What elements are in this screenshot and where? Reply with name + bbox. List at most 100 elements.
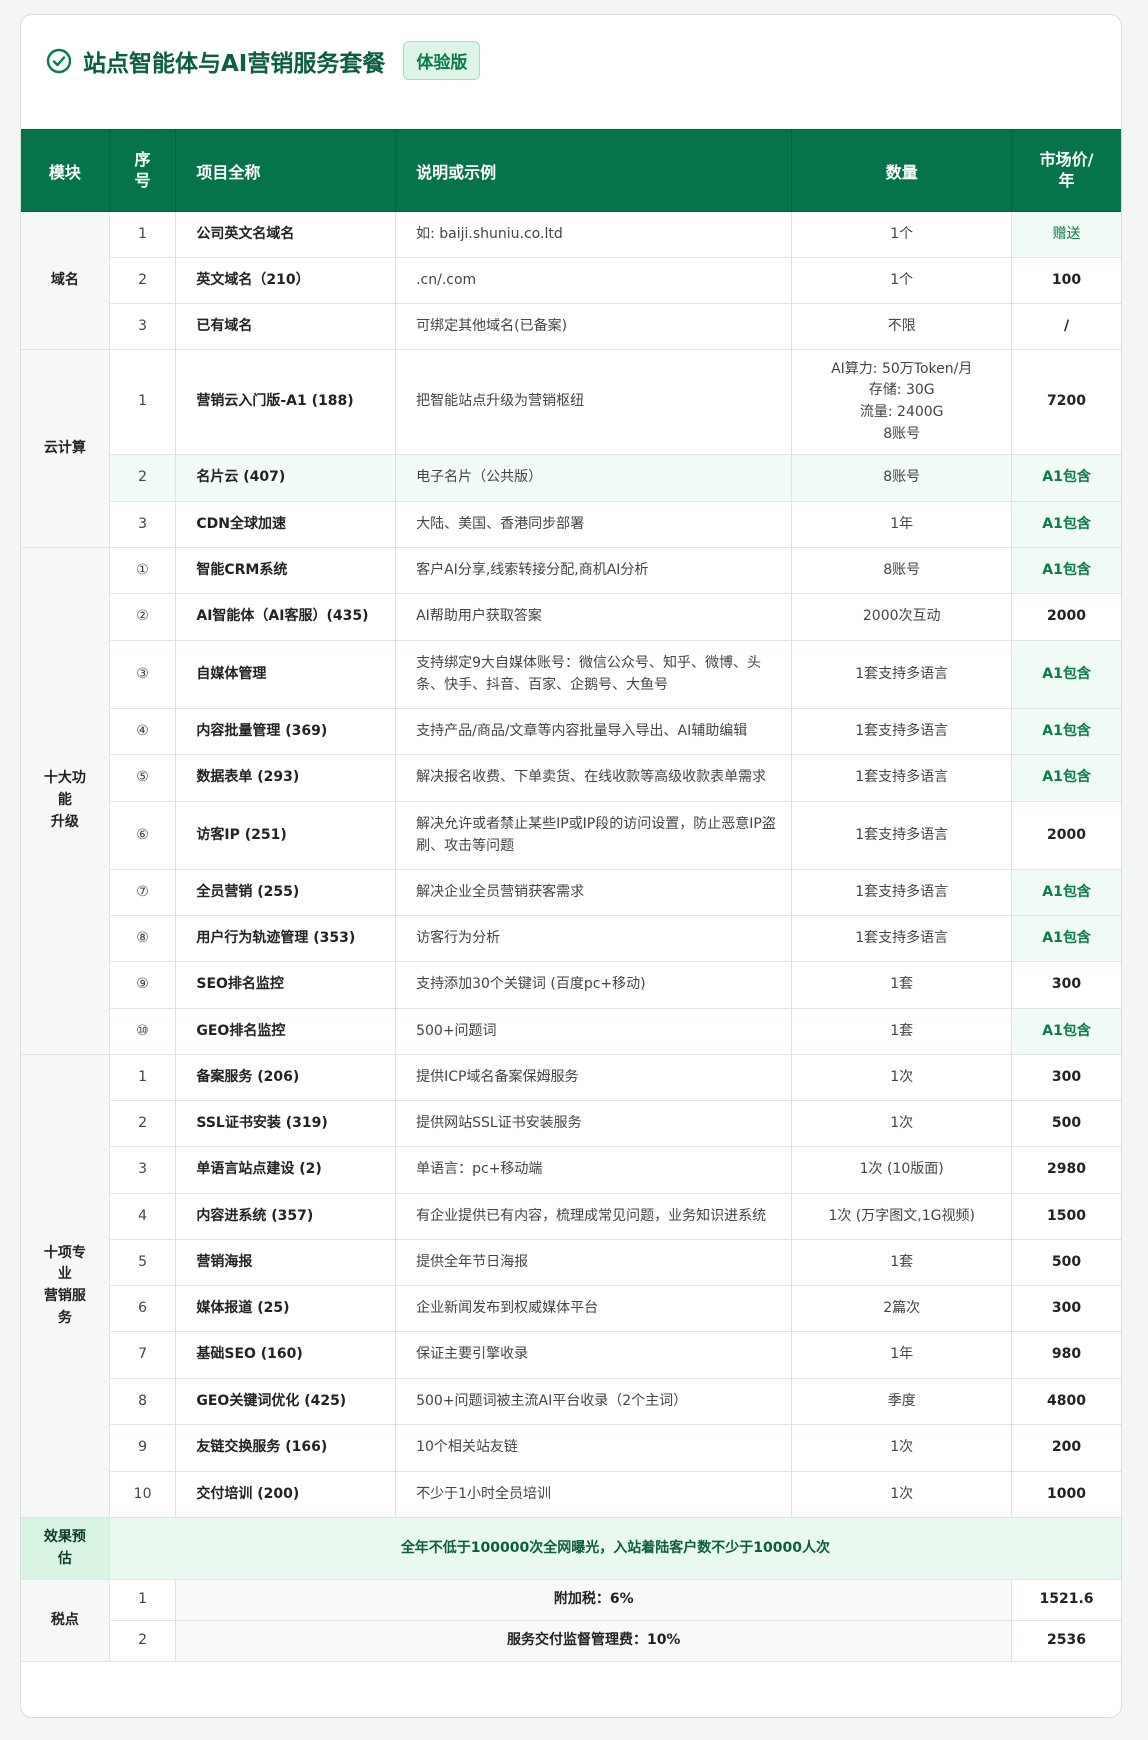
table-row: 4 内容进系统 (357) 有企业提供已有内容，梳理成常见问题，业务知识进系统 1次 … bbox=[21, 1193, 1121, 1240]
row-no: ⑦ bbox=[108, 869, 177, 916]
item-qty: 2000次互动 bbox=[791, 593, 1013, 641]
item-qty: 1个 bbox=[791, 257, 1013, 304]
item-desc: 500+问题词被主流AI平台收录（2个主词） bbox=[395, 1378, 793, 1425]
item-desc: AI帮助用户获取答案 bbox=[395, 593, 793, 641]
tax-row: 税点 1 附加税：6% 1521.6 bbox=[21, 1579, 1121, 1662]
table-row: 5 营销海报 提供全年节日海报 1套 500 bbox=[21, 1239, 1121, 1286]
table-row: ⑦ 全员营销 (255) 解决企业全员营销获客需求 1套支持多语言 A1包含 bbox=[21, 869, 1121, 916]
item-desc: 500+问题词 bbox=[395, 1008, 793, 1055]
row-no: 2 bbox=[108, 1100, 177, 1147]
item-name: SEO排名监控 bbox=[175, 961, 397, 1009]
item-price: A1包含 bbox=[1011, 501, 1121, 548]
row-no: 4 bbox=[108, 1193, 177, 1240]
item-qty: 1套支持多语言 bbox=[791, 708, 1013, 755]
table-row: 3 CDN全球加速 大陆、美国、香港同步部署 1年 A1包含 bbox=[21, 501, 1121, 548]
table-row: ③ 自媒体管理 支持绑定9大自媒体账号：微信公众号、知乎、微博、头条、快手、抖音、百… bbox=[21, 640, 1121, 709]
module-label: 云计算 bbox=[43, 439, 86, 456]
item-desc: 10个相关站友链 bbox=[395, 1424, 793, 1472]
tax-price: 2536 bbox=[1011, 1620, 1121, 1662]
item-qty: 8账号 bbox=[791, 454, 1013, 502]
item-name: CDN全球加速 bbox=[175, 501, 397, 548]
item-name: 单语言站点建设 (2) bbox=[175, 1146, 397, 1194]
table-row: 6 媒体报道 (25) 企业新闻发布到权威媒体平台 2篇次 300 bbox=[21, 1285, 1121, 1332]
tax-text: 服务交付监督管理费：10% bbox=[175, 1620, 1013, 1662]
title-row: 站点智能体与AI营销服务套餐 体验版 bbox=[45, 41, 481, 80]
row-no: 3 bbox=[108, 303, 177, 350]
item-price: / bbox=[1011, 303, 1121, 350]
item-name: 公司英文名域名 bbox=[175, 211, 397, 258]
item-desc: 不少于1小时全员培训 bbox=[395, 1471, 793, 1518]
item-price: 300 bbox=[1011, 1054, 1121, 1101]
row-no: ⑧ bbox=[108, 915, 177, 962]
item-price: 980 bbox=[1011, 1331, 1121, 1379]
table-row: ⑧ 用户行为轨迹管理 (353) 访客行为分析 1套支持多语言 A1包含 bbox=[21, 915, 1121, 962]
item-desc: 把智能站点升级为营销枢纽 bbox=[395, 349, 793, 455]
item-price: 300 bbox=[1011, 961, 1121, 1009]
item-price: A1包含 bbox=[1011, 708, 1121, 755]
table-row: 10 交付培训 (200) 不少于1小时全员培训 1次 1000 bbox=[21, 1471, 1121, 1518]
item-name: 内容批量管理 (369) bbox=[175, 708, 397, 755]
item-price: A1包含 bbox=[1011, 1008, 1121, 1055]
item-qty: 1套支持多语言 bbox=[791, 915, 1013, 962]
col-qty: 数量 bbox=[791, 129, 1013, 212]
row-no: ⑥ bbox=[108, 801, 177, 870]
item-qty: 1次 bbox=[791, 1100, 1013, 1147]
tax-label: 税点 bbox=[50, 1611, 79, 1628]
item-price: 4800 bbox=[1011, 1378, 1121, 1425]
row-no: ⑩ bbox=[108, 1008, 177, 1055]
effect-label-text: 效果预 估 bbox=[43, 1528, 86, 1567]
col-no: 序号 bbox=[108, 129, 177, 212]
item-price: 500 bbox=[1011, 1100, 1121, 1147]
table-row: 2 名片云 (407) 电子名片（公共版） 8账号 A1包含 bbox=[21, 454, 1121, 502]
item-price: A1包含 bbox=[1011, 754, 1121, 802]
item-name: 基础SEO (160) bbox=[175, 1331, 397, 1379]
row-no: ⑤ bbox=[108, 754, 177, 802]
item-name: 全员营销 (255) bbox=[175, 869, 397, 916]
row-no: ⑨ bbox=[108, 961, 177, 1009]
module-cell: 云计算 bbox=[21, 349, 110, 548]
row-no: ④ bbox=[108, 708, 177, 755]
item-desc: 解决报名收费、下单卖货、在线收款等高级收款表单需求 bbox=[395, 754, 793, 802]
table-row: 2 SSL证书安装 (319) 提供网站SSL证书安装服务 1次 500 bbox=[21, 1100, 1121, 1147]
item-qty: 1个 bbox=[791, 211, 1013, 258]
item-price: A1包含 bbox=[1011, 915, 1121, 962]
row-no: ① bbox=[108, 547, 177, 594]
table-row: 域名 1 公司英文名域名 如: baiji.shuniu.co.ltd 1个 赠送 bbox=[21, 211, 1121, 350]
table-row: 十项专 业 营销服 务 1 备案服务 (206) 提供ICP域名备案保姆服务 1次 300 bbox=[21, 1054, 1121, 1518]
check-circle-icon bbox=[46, 48, 72, 73]
item-price: 赠送 bbox=[1011, 211, 1121, 258]
item-price: A1包含 bbox=[1011, 640, 1121, 709]
item-qty: 1次 bbox=[791, 1424, 1013, 1472]
module-cell: 域名 bbox=[21, 211, 110, 350]
item-qty: 1年 bbox=[791, 501, 1013, 548]
item-name: SSL证书安装 (319) bbox=[175, 1100, 397, 1147]
item-name: 友链交换服务 (166) bbox=[175, 1424, 397, 1472]
effect-text: 全年不低于100000次全网曝光，入站着陆客户数不少于10000人次 bbox=[108, 1517, 1121, 1580]
col-price: 市场价/年 bbox=[1011, 129, 1121, 212]
tax-no: 2 bbox=[108, 1620, 177, 1662]
row-no: 10 bbox=[108, 1471, 177, 1518]
row-no: 6 bbox=[108, 1285, 177, 1332]
item-name: 英文域名（210） bbox=[175, 257, 397, 304]
item-price: 7200 bbox=[1011, 349, 1121, 455]
item-desc: 企业新闻发布到权威媒体平台 bbox=[395, 1285, 793, 1332]
item-qty: 季度 bbox=[791, 1378, 1013, 1425]
item-desc: 支持产品/商品/文章等内容批量导入导出、AI辅助编辑 bbox=[395, 708, 793, 755]
row-no: 2 bbox=[108, 257, 177, 304]
row-no: ② bbox=[108, 593, 177, 641]
item-qty: 1套 bbox=[791, 1008, 1013, 1055]
item-qty: 1次 bbox=[791, 1054, 1013, 1101]
item-qty: 1套支持多语言 bbox=[791, 640, 1013, 709]
row-no: 1 bbox=[108, 1054, 177, 1101]
item-name: 交付培训 (200) bbox=[175, 1471, 397, 1518]
item-desc: 大陆、美国、香港同步部署 bbox=[395, 501, 793, 548]
col-name: 项目全称 bbox=[175, 129, 397, 212]
item-desc: 客户AI分享,线索转接分配,商机AI分析 bbox=[395, 547, 793, 594]
card-header: 站点智能体与AI营销服务套餐 体验版 bbox=[21, 15, 1121, 129]
row-no: 3 bbox=[108, 501, 177, 548]
table-row: 8 GEO关键词优化 (425) 500+问题词被主流AI平台收录（2个主词） 季度 4… bbox=[21, 1378, 1121, 1425]
item-price: 2980 bbox=[1011, 1146, 1121, 1194]
item-desc: 提供网站SSL证书安装服务 bbox=[395, 1100, 793, 1147]
row-no: 9 bbox=[108, 1424, 177, 1472]
item-name: 内容进系统 (357) bbox=[175, 1193, 397, 1240]
